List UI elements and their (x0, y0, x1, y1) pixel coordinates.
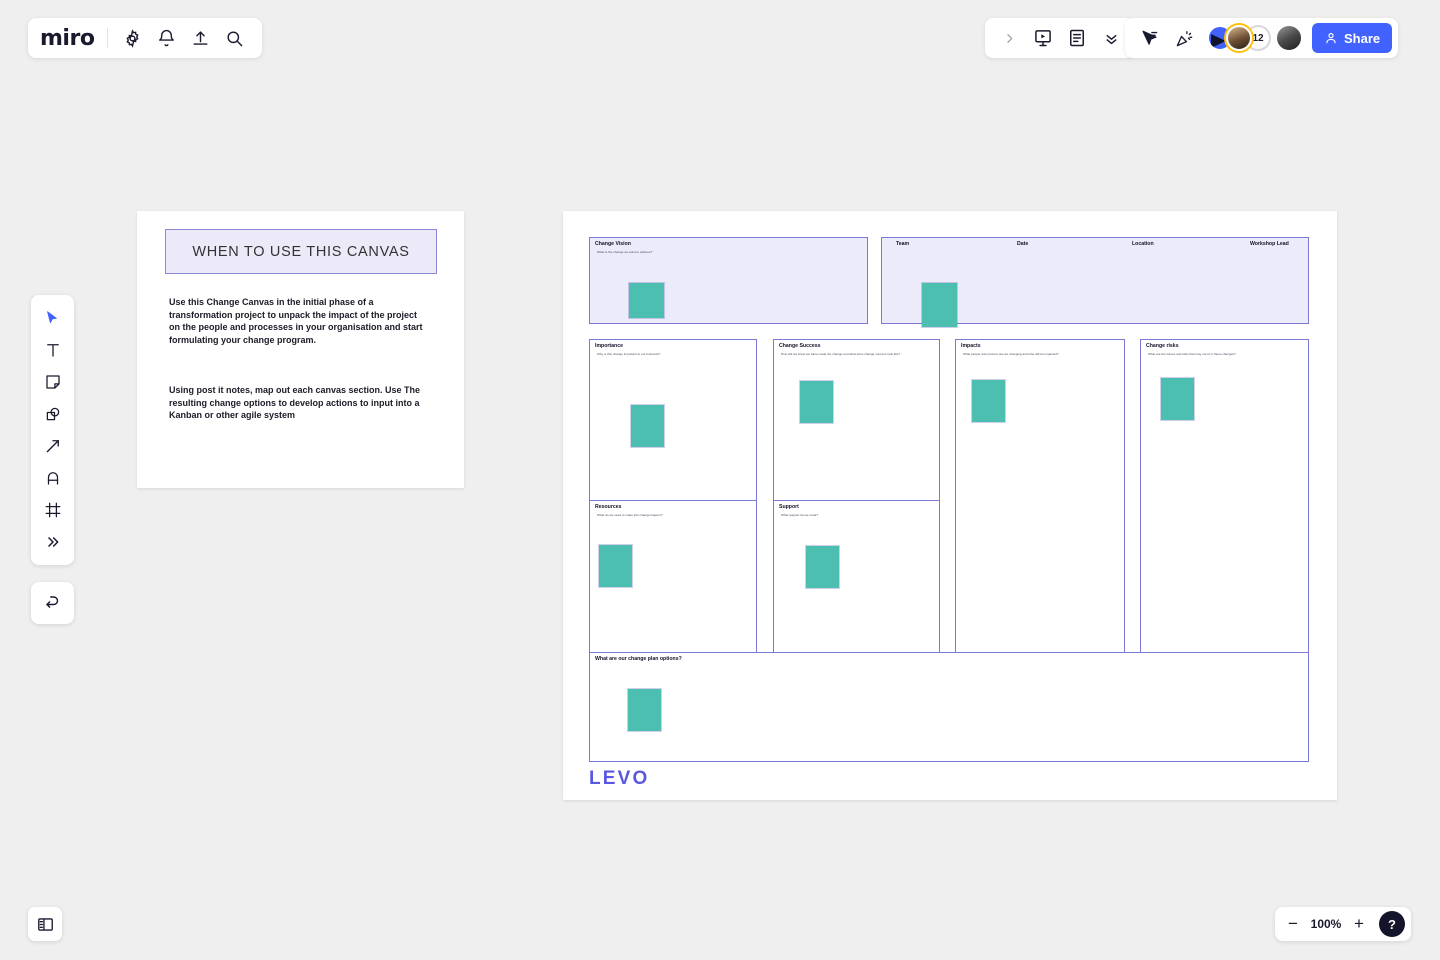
sticky-note[interactable] (599, 545, 632, 587)
share-button[interactable]: Share (1312, 23, 1393, 53)
section-subtitle: What support do we need? (781, 513, 818, 517)
help-button[interactable]: ? (1379, 911, 1405, 937)
section-title: Importance (595, 343, 623, 349)
canvas-section-support[interactable]: Support What support do we need? (773, 500, 940, 653)
chevron-right-icon[interactable] (993, 22, 1025, 54)
info-card-title-box: WHEN TO USE THIS CANVAS (165, 229, 437, 274)
text-tool[interactable] (36, 335, 70, 365)
person-icon (1326, 33, 1336, 44)
change-canvas-frame[interactable]: Change Vision What is the change we want … (563, 211, 1337, 800)
party-popper-icon[interactable] (1168, 22, 1200, 54)
levo-logo: LEVO (589, 768, 650, 789)
meta-label-location: Location (1132, 241, 1154, 247)
section-title: Support (779, 504, 799, 510)
zoom-controls: − 100% + ? (1275, 907, 1411, 941)
more-tools[interactable] (36, 527, 70, 557)
when-to-use-card[interactable]: WHEN TO USE THIS CANVAS Use this Change … (137, 211, 464, 488)
section-title: Resources (595, 504, 622, 510)
miro-board-app: miro 12 Share WHEN TO USE THIS CANVAS Us… (0, 0, 1440, 960)
sticky-note[interactable] (631, 405, 664, 447)
section-title: Change risks (1146, 343, 1179, 349)
canvas-section-change-plan-options[interactable]: What are our change plan options? (589, 652, 1309, 762)
section-title: Impacts (961, 343, 981, 349)
canvas-section-change-vision[interactable]: Change Vision What is the change we want … (589, 237, 868, 324)
canvas-section-change-risks[interactable]: Change risks What are the issues and risk… (1140, 339, 1309, 653)
section-title: Change Success (779, 343, 821, 349)
meta-label-team: Team (896, 241, 910, 247)
select-cursor-tool[interactable] (36, 303, 70, 333)
top-left-toolbar: miro (28, 18, 263, 58)
toolbar-divider (107, 28, 109, 48)
double-chevron-down-icon[interactable] (1095, 22, 1127, 54)
shapes-tool[interactable] (36, 399, 70, 429)
cursor-share-icon[interactable] (1133, 22, 1165, 54)
section-subtitle: What is the change we want to achieve? (597, 250, 653, 254)
avatar-photo-active[interactable] (1226, 25, 1252, 51)
section-subtitle: What people and process are we changing … (963, 352, 1059, 356)
section-subtitle: What are the issues and risks that may o… (1148, 352, 1236, 356)
pen-tool[interactable] (36, 463, 70, 493)
section-subtitle: What do we need to make this change happ… (597, 513, 663, 517)
collaborator-avatars: 12 (1207, 24, 1303, 52)
top-mid-toolbar (985, 18, 1135, 58)
undo-button[interactable] (31, 582, 74, 624)
section-title: Change Vision (595, 241, 631, 247)
page-title: WHEN TO USE THIS CANVAS (192, 243, 410, 260)
notes-document-icon[interactable] (1061, 22, 1093, 54)
undo-arrow-icon (45, 596, 58, 608)
upload-icon[interactable] (184, 22, 216, 54)
frame-tool[interactable] (36, 495, 70, 525)
section-subtitle: Why is this change important to our busi… (597, 352, 661, 356)
canvas-section-resources[interactable]: Resources What do we need to make this ch… (589, 500, 757, 653)
sticky-note-tool[interactable] (36, 367, 70, 397)
sticky-note[interactable] (972, 380, 1005, 422)
canvas-section-impacts[interactable]: Impacts What people and process are we ch… (955, 339, 1125, 653)
zoom-out-button[interactable]: − (1281, 912, 1305, 936)
info-paragraph-1: Use this Change Canvas in the initial ph… (169, 297, 423, 345)
info-paragraph-2: Using post it notes, map out each canvas… (169, 385, 421, 421)
arrow-line-tool[interactable] (36, 431, 70, 461)
miro-logo[interactable]: miro (40, 26, 105, 51)
canvas-section-importance[interactable]: Importance Why is this change important t… (589, 339, 757, 514)
zoom-level-value[interactable]: 100% (1309, 917, 1343, 931)
settings-gear-icon[interactable] (116, 22, 148, 54)
sticky-note[interactable] (800, 381, 833, 423)
search-icon[interactable] (218, 22, 250, 54)
sticky-note[interactable] (628, 689, 661, 731)
section-subtitle: How will we know we have made the change… (781, 352, 901, 356)
avatar-current-user[interactable] (1275, 24, 1303, 52)
sidebar-panel-icon (37, 917, 53, 931)
presentation-icon[interactable] (1027, 22, 1059, 54)
sticky-note[interactable] (1161, 378, 1194, 420)
panel-toggle-button[interactable] (28, 907, 62, 941)
sticky-note[interactable] (922, 283, 957, 327)
top-right-toolbar: 12 Share (1125, 18, 1399, 58)
meta-label-date: Date (1017, 241, 1029, 247)
section-title: What are our change plan options? (595, 656, 682, 662)
notifications-bell-icon[interactable] (150, 22, 182, 54)
sticky-note[interactable] (629, 283, 664, 318)
zoom-in-button[interactable]: + (1347, 912, 1371, 936)
left-toolbar (31, 295, 74, 565)
canvas-section-workshop-meta-panel[interactable]: Team Date Location Workshop Lead (881, 237, 1309, 327)
meta-label-workshop-lead: Workshop Lead (1250, 241, 1289, 247)
sticky-note[interactable] (806, 546, 839, 588)
share-button-label: Share (1344, 30, 1381, 46)
